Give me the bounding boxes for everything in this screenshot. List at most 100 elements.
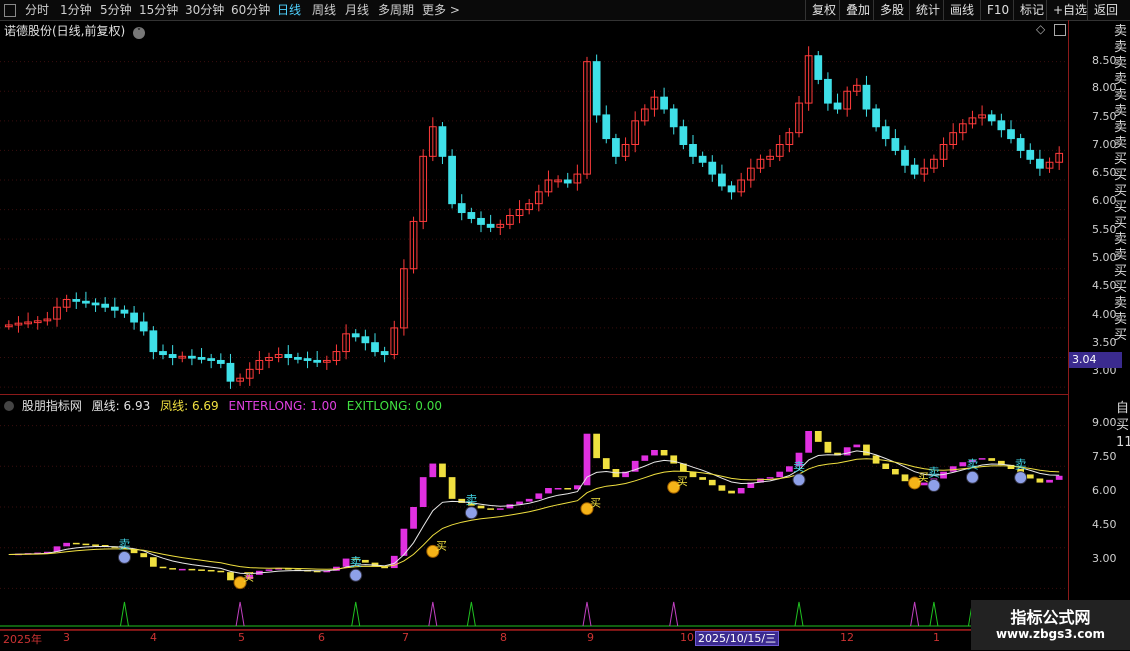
diamond-icon[interactable]: ◇ <box>1036 22 1045 36</box>
stats-button[interactable]: 统计 <box>909 0 946 20</box>
indicator-name: 股朋指标网 <box>21 399 82 413</box>
candle-body <box>303 358 312 361</box>
indicator-bar <box>227 572 234 581</box>
watermark: 指标公式网 www.zbgs3.com <box>971 600 1130 650</box>
maximize-icon[interactable] <box>1054 24 1066 36</box>
candle-body <box>313 359 322 363</box>
indicator-bar <box>814 431 822 442</box>
indicator-bar <box>390 555 398 569</box>
candle-body <box>862 84 871 110</box>
sell-label: 卖 <box>793 460 805 474</box>
overlay-button[interactable]: 叠加 <box>839 0 876 20</box>
indicator-bar <box>554 488 562 490</box>
candle-body <box>1026 149 1035 160</box>
indicator-bar <box>82 543 90 546</box>
buy-label: 买 <box>590 497 601 510</box>
signal-spike <box>582 601 592 627</box>
huang-label: 凰线: <box>91 399 120 413</box>
sell-face-icon <box>927 478 941 492</box>
indicator-bar <box>718 485 726 491</box>
date-label: 12 <box>840 631 854 644</box>
draw-line-button[interactable]: 画线 <box>943 0 980 20</box>
indicator-bar <box>651 450 658 456</box>
add-watchlist-button[interactable]: +自选 <box>1046 0 1093 20</box>
indicator-bar <box>439 463 446 478</box>
sell-face-icon <box>1014 471 1028 485</box>
period-tab-weekly[interactable]: 周线 <box>312 2 336 18</box>
indicator-bar <box>198 569 205 571</box>
candle-body <box>72 299 81 302</box>
candle-body <box>284 354 293 358</box>
candle-body <box>1036 158 1044 169</box>
feng-label: 凤线: <box>160 399 189 413</box>
period-tab-30min[interactable]: 30分钟 <box>185 2 224 18</box>
buy-label: 买 <box>436 539 447 552</box>
chevron-down-icon[interactable] <box>4 401 14 411</box>
cursor-date-badge: 2025/10/15/三 <box>695 631 780 646</box>
indicator-bar <box>92 544 99 546</box>
date-label: 10 <box>680 631 694 644</box>
candle-body <box>1016 138 1025 151</box>
indicator-bar <box>545 488 552 494</box>
period-tab-timeshare[interactable]: 分时 <box>25 2 49 18</box>
indicator-bar <box>891 469 899 475</box>
period-tab-more[interactable]: 更多 > <box>422 2 460 18</box>
sell-label: 卖 <box>928 465 940 479</box>
candle-body <box>207 358 216 361</box>
date-label: 4 <box>150 631 157 644</box>
period-tab-60min[interactable]: 60分钟 <box>231 2 270 18</box>
period-tab-monthly[interactable]: 月线 <box>345 2 369 18</box>
candle-body <box>814 55 823 80</box>
candle-body <box>718 173 726 187</box>
indicator-bar <box>766 477 774 479</box>
indicator-chart[interactable]: 卖卖卖卖 卖卖 卖买买买买买 <box>0 412 1068 629</box>
indicator-bar <box>410 507 417 529</box>
candle-body <box>881 126 890 140</box>
mark-button[interactable]: 标记 <box>1013 0 1050 20</box>
indicator-bar <box>487 508 495 510</box>
enterlong-label: ENTERLONG: <box>228 399 307 413</box>
date-label: 9 <box>587 631 594 644</box>
candle-body <box>139 321 148 332</box>
period-tab-5min[interactable]: 5分钟 <box>100 2 132 18</box>
indicator-bar <box>429 463 437 478</box>
exitlong-label: EXITLONG: <box>346 399 412 413</box>
date-label: 5 <box>238 631 245 644</box>
candle-body <box>110 306 119 311</box>
candle-body <box>727 185 736 193</box>
candle-body <box>197 357 206 360</box>
multi-stock-button[interactable]: 多股 <box>873 0 910 20</box>
buy-label: 买 <box>243 571 254 584</box>
back-button[interactable]: 返回 <box>1087 0 1124 20</box>
candle-body <box>872 108 880 128</box>
candlestick-chart[interactable] <box>0 38 1068 393</box>
indicator-bar <box>448 477 456 499</box>
indicator-bar <box>217 570 225 573</box>
candle-body <box>679 126 688 145</box>
feng-value: 6.69 <box>191 399 219 413</box>
indicator-bar <box>728 490 735 494</box>
date-label: 2025年 <box>3 633 42 646</box>
indicator-bar <box>72 542 80 545</box>
sell-label: 卖 <box>966 457 978 471</box>
panel-toggle-icon[interactable] <box>4 4 16 17</box>
candle-body <box>149 330 158 353</box>
indicator-bar <box>496 508 504 510</box>
indicator-bar <box>901 474 909 482</box>
period-tab-multi[interactable]: 多周期 <box>378 2 414 18</box>
signal-spike <box>119 601 129 627</box>
indicator-bar <box>602 458 610 469</box>
indicator-bar <box>699 477 707 480</box>
indicator-bar <box>776 471 784 478</box>
signal-spike <box>910 601 920 627</box>
period-tab-15min[interactable]: 15分钟 <box>139 2 178 18</box>
enterlong-value: 1.00 <box>310 399 337 413</box>
date-axis: 2025年 3 4 5 6 7 8 9 10 12 1 <box>0 630 1130 651</box>
candle-body <box>380 351 389 356</box>
f10-button[interactable]: F10 <box>980 0 1015 20</box>
period-tab-daily[interactable]: 日线 <box>277 2 301 18</box>
candle-body <box>910 164 919 175</box>
adjust-button[interactable]: 复权 <box>805 0 842 20</box>
period-tab-1min[interactable]: 1分钟 <box>60 2 92 18</box>
indicator-bar <box>419 477 427 507</box>
